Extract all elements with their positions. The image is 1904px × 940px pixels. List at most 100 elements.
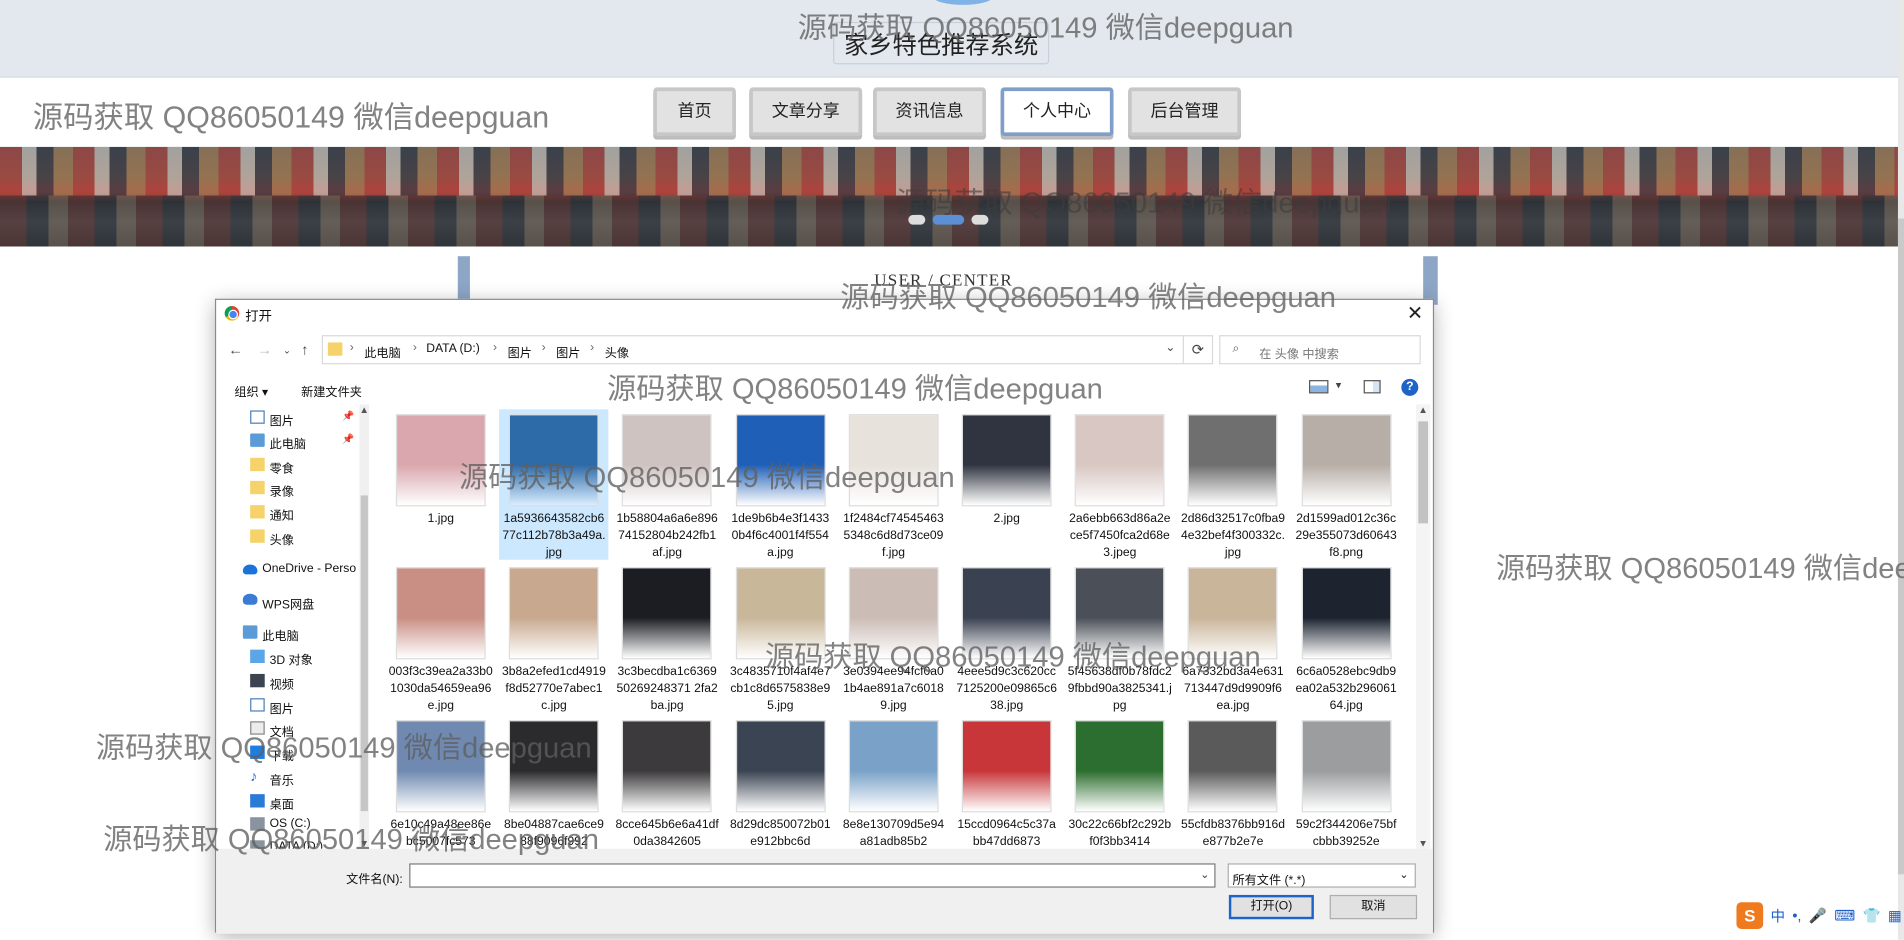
- path-dropdown-icon[interactable]: ⌄: [1165, 341, 1175, 354]
- nav-item[interactable]: DATA (D:): [216, 837, 357, 849]
- carousel-dot-active[interactable]: [932, 214, 965, 225]
- nav-home[interactable]: 首页: [653, 87, 736, 137]
- breadcrumb-item[interactable]: 图片: [556, 342, 580, 360]
- organize-button[interactable]: 组织 ▾: [234, 381, 268, 399]
- file-item[interactable]: 3c3becdba1c636950269248371 2fa2ba.jpg: [612, 562, 721, 713]
- toolbox-icon[interactable]: ▦: [1888, 907, 1902, 924]
- sogou-ime-icon[interactable]: S: [1736, 902, 1764, 929]
- file-item[interactable]: 15ccd0964c5c37abb47dd6873: [952, 715, 1061, 849]
- nav-pane-scrollbar[interactable]: ▲ ▼: [359, 404, 370, 849]
- cancel-button[interactable]: 取消: [1329, 894, 1418, 920]
- breadcrumb-item[interactable]: 此电脑: [364, 342, 400, 360]
- forward-arrow-icon[interactable]: →: [257, 341, 272, 358]
- nav-item[interactable]: OneDrive - Perso: [216, 559, 357, 581]
- path-box[interactable]: › 此电脑 › DATA (D:) › 图片 › 图片 › 头像 ⌄: [321, 335, 1184, 365]
- nav-item[interactable]: 文档: [216, 718, 357, 740]
- refresh-icon[interactable]: ⟳: [1183, 335, 1214, 365]
- view-dropdown-icon[interactable]: ▾: [1336, 379, 1342, 392]
- nav-admin[interactable]: 后台管理: [1128, 87, 1242, 137]
- search-box[interactable]: ⌕ 在 头像 中搜索: [1219, 335, 1421, 365]
- file-grid-scrollbar[interactable]: ▲ ▼: [1415, 404, 1431, 849]
- scroll-up-icon[interactable]: ▲: [359, 404, 369, 415]
- skin-icon[interactable]: 👕: [1863, 907, 1881, 924]
- dialog-titlebar[interactable]: 打开 ✕: [216, 300, 1433, 329]
- new-folder-button[interactable]: 新建文件夹: [301, 381, 362, 399]
- filename-input[interactable]: ⌄: [409, 863, 1216, 888]
- nav-item[interactable]: 零食: [216, 454, 357, 476]
- nav-item[interactable]: 此电脑 📌: [216, 430, 357, 452]
- breadcrumb-item[interactable]: 头像: [605, 342, 629, 360]
- nav-articles[interactable]: 文章分享: [749, 87, 863, 137]
- scrollbar-thumb[interactable]: [360, 495, 368, 812]
- microphone-icon[interactable]: 🎤: [1809, 907, 1827, 924]
- nav-item[interactable]: OS (C:): [216, 814, 357, 836]
- back-arrow-icon[interactable]: ←: [228, 341, 243, 358]
- scroll-down-icon[interactable]: ▼: [359, 838, 369, 849]
- file-item[interactable]: 6e10c49a48ee86ebc5007fc573: [386, 715, 495, 849]
- filetype-select[interactable]: 所有文件 (*.*) ⌄: [1227, 863, 1416, 888]
- nav-item[interactable]: 头像: [216, 526, 357, 548]
- nav-item[interactable]: 图片 📌: [216, 407, 357, 429]
- pin-icon[interactable]: 📌: [342, 434, 354, 445]
- nav-item[interactable]: 录像: [216, 477, 357, 499]
- chevron-down-icon[interactable]: ⌄: [1200, 868, 1209, 881]
- nav-item[interactable]: 3D 对象: [216, 646, 357, 668]
- file-item[interactable]: 1a5936643582cb677c112b78b3a49a.jpg: [499, 409, 609, 560]
- file-item[interactable]: 30c22c66bf2c292bf0f3bb3414: [1065, 715, 1174, 849]
- view-mode-icon[interactable]: [1309, 380, 1329, 394]
- file-item[interactable]: 6c6a0528ebc9db9ea02a532b29606164.jpg: [1292, 562, 1401, 713]
- open-button[interactable]: 打开(O): [1228, 894, 1314, 920]
- breadcrumb-item[interactable]: 图片: [508, 342, 532, 360]
- file-item[interactable]: 3b8a2efed1cd4919f8d52770e7abec1c.jpg: [499, 562, 608, 713]
- ime-toolbar: S 中 •, 🎤 ⌨ 👕 ▦: [1736, 899, 1902, 933]
- file-item[interactable]: 3e0394ee94fcf0a01b4ae891a7c60189.jpg: [839, 562, 948, 713]
- nav-item[interactable]: 视频: [216, 670, 357, 692]
- file-item[interactable]: 8e8e130709d5e94a81adb85b2: [839, 715, 948, 849]
- nav-item[interactable]: ♪ 音乐: [216, 766, 357, 788]
- recent-dropdown-icon[interactable]: ⌄: [283, 345, 291, 356]
- scroll-down-icon[interactable]: ▼: [1418, 838, 1428, 849]
- file-item[interactable]: 1de9b6b4e3f14330b4f6c4001f4f554a.jpg: [726, 409, 835, 560]
- nav-item[interactable]: 桌面: [216, 791, 357, 812]
- file-item[interactable]: 8cce645b6e6a41df0da3842605: [612, 715, 721, 849]
- breadcrumb-item[interactable]: DATA (D:): [426, 342, 480, 355]
- nav-item[interactable]: WPS网盘: [216, 590, 357, 612]
- file-item[interactable]: 6a7332bd3a4e631713447d9d9909f6ea.jpg: [1178, 562, 1287, 713]
- file-item[interactable]: 003f3c39ea2a33b01030da54659ea96e.jpg: [386, 562, 495, 713]
- file-item[interactable]: 1b58804a6a6e89674152804b242fb1af.jpg: [612, 409, 721, 560]
- nav-item[interactable]: 图片: [216, 695, 357, 716]
- file-item[interactable]: 5f45638df0b78fdc29fbbd90a3825341.jpg: [1065, 562, 1174, 713]
- keyboard-icon[interactable]: ⌨: [1834, 907, 1855, 924]
- file-name: 2a6ebb663d86a2ece5f7450fca2d68e3.jpeg: [1069, 512, 1171, 560]
- close-icon[interactable]: ✕: [1407, 301, 1423, 325]
- help-icon[interactable]: ?: [1401, 378, 1419, 396]
- up-arrow-icon[interactable]: ↑: [301, 341, 308, 358]
- file-item[interactable]: 1.jpg: [386, 409, 495, 560]
- scrollbar-thumb[interactable]: [1418, 421, 1429, 524]
- file-item[interactable]: 59c2f344206e75bfcbbb39252e: [1292, 715, 1401, 849]
- file-item[interactable]: 2d86d32517c0fba94e32bef4f300332c.jpg: [1178, 409, 1287, 560]
- nav-item[interactable]: 通知: [216, 502, 357, 523]
- preview-pane-icon[interactable]: [1363, 380, 1381, 394]
- nav-item[interactable]: 此电脑: [216, 622, 357, 644]
- file-item[interactable]: 2.jpg: [952, 409, 1061, 560]
- file-item[interactable]: 3c4835710f4af4e7cb1c8d6575838e95.jpg: [726, 562, 835, 713]
- file-item[interactable]: 4eee5d9c3c620cc7125200e09865c638.jpg: [952, 562, 1061, 713]
- file-item[interactable]: 2a6ebb663d86a2ece5f7450fca2d68e3.jpeg: [1065, 409, 1174, 560]
- file-item[interactable]: 8d29dc850072b01e912bbc6d: [726, 715, 835, 849]
- page-scrollbar[interactable]: [1897, 0, 1904, 940]
- carousel-dot[interactable]: [908, 214, 926, 225]
- carousel-dot[interactable]: [971, 214, 989, 225]
- nav-item[interactable]: 下载: [216, 742, 357, 764]
- ime-mode[interactable]: 中: [1770, 905, 1785, 926]
- file-item[interactable]: 2d1599ad012c36c29e355073d60643f8.png: [1292, 409, 1401, 560]
- nav-news[interactable]: 资讯信息: [873, 87, 987, 137]
- pin-icon[interactable]: 📌: [342, 410, 354, 421]
- file-item[interactable]: 8be04887cae6ce988f9096f992: [499, 715, 608, 849]
- scrollbar-thumb[interactable]: [1897, 218, 1904, 875]
- nav-user-center[interactable]: 个人中心: [1000, 87, 1114, 137]
- scroll-up-icon[interactable]: ▲: [1418, 404, 1428, 415]
- file-item[interactable]: 1f2484cf745454635348c6d8d73ce09f.jpg: [839, 409, 948, 560]
- punctuation-icon[interactable]: •,: [1792, 907, 1801, 924]
- file-item[interactable]: 55cfdb8376bb916de877b2e7e: [1178, 715, 1287, 849]
